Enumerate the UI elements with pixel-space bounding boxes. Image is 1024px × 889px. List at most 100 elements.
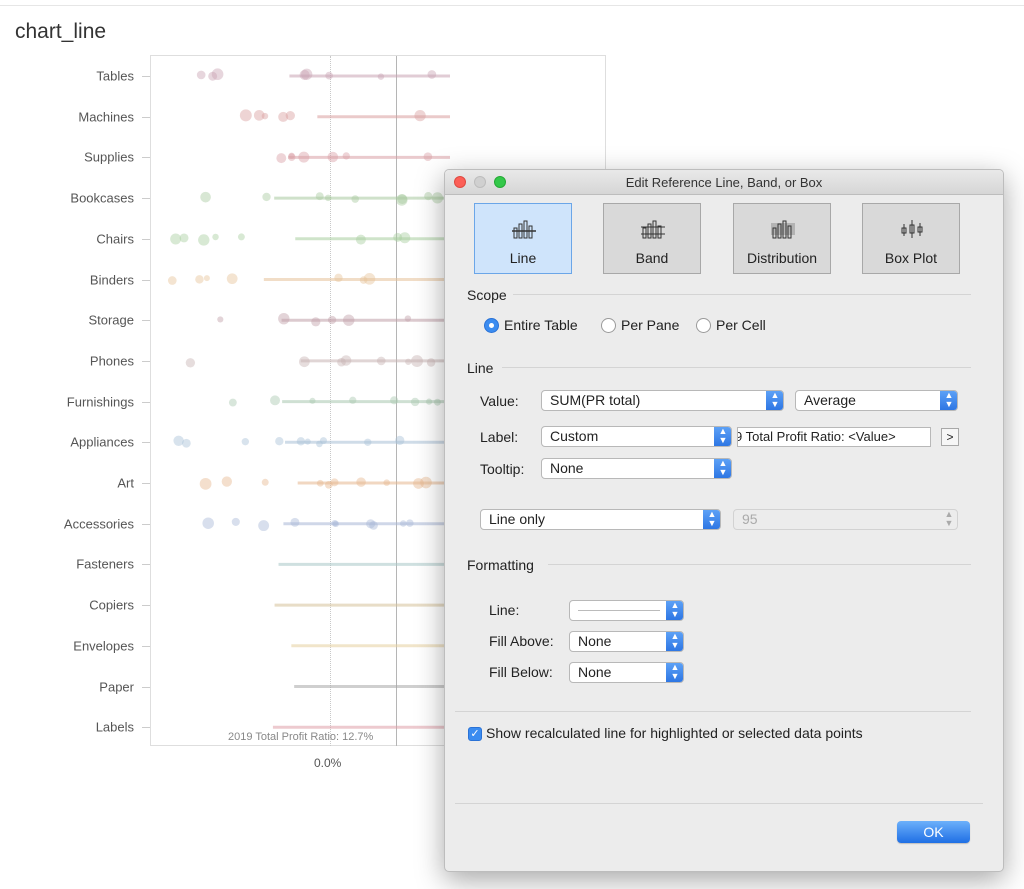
data-point[interactable] [397, 194, 408, 205]
data-point[interactable] [327, 151, 339, 163]
data-point[interactable] [315, 192, 324, 201]
scope-entire-table-radio[interactable]: Entire Table [484, 317, 578, 333]
data-point[interactable] [334, 273, 343, 283]
data-point[interactable] [431, 192, 444, 204]
data-point[interactable] [239, 109, 252, 122]
data-point[interactable] [414, 110, 426, 122]
data-point[interactable] [349, 396, 357, 404]
data-point[interactable] [406, 519, 414, 527]
data-point[interactable] [226, 273, 238, 285]
data-point[interactable] [425, 398, 433, 405]
data-point[interactable] [185, 358, 196, 368]
data-point[interactable] [376, 356, 386, 366]
scope-per-cell-radio[interactable]: Per Cell [696, 317, 766, 333]
data-point[interactable] [196, 70, 206, 80]
data-point[interactable] [393, 232, 403, 242]
ok-button[interactable]: OK [897, 821, 970, 843]
data-point[interactable] [426, 358, 436, 367]
value-select[interactable]: SUM(PR total) ▲ ▼ [541, 390, 784, 411]
data-point[interactable] [275, 437, 284, 446]
data-point[interactable] [261, 478, 269, 486]
data-point[interactable] [356, 477, 366, 487]
fill-above-select[interactable]: None ▲ ▼ [569, 631, 684, 652]
data-point[interactable] [211, 68, 224, 81]
data-point[interactable] [198, 234, 210, 246]
data-point[interactable] [200, 191, 211, 203]
data-point[interactable] [296, 437, 306, 446]
data-point[interactable] [427, 70, 437, 79]
aggregation-select[interactable]: Average ▲ ▼ [795, 390, 958, 411]
data-point[interactable] [340, 355, 352, 366]
fill-below-select[interactable]: None ▲ ▼ [569, 662, 684, 683]
data-point[interactable] [258, 520, 270, 532]
data-point[interactable] [383, 479, 390, 486]
data-point[interactable] [170, 233, 182, 245]
data-point[interactable] [324, 194, 332, 202]
data-point[interactable] [173, 435, 184, 446]
data-point[interactable] [311, 317, 321, 327]
data-point[interactable] [332, 520, 340, 528]
data-point[interactable] [327, 315, 337, 325]
scope-per-pane-radio[interactable]: Per Pane [601, 317, 679, 333]
data-point[interactable] [411, 355, 423, 368]
data-point[interactable] [167, 276, 177, 285]
interval-select[interactable]: Line only ▲ ▼ [480, 509, 721, 530]
data-point[interactable] [276, 153, 287, 164]
data-point[interactable] [285, 110, 295, 121]
data-point[interactable] [290, 517, 300, 527]
data-point[interactable] [423, 152, 433, 162]
data-point[interactable] [217, 316, 224, 323]
data-point[interactable] [237, 233, 245, 241]
data-point[interactable] [231, 517, 240, 526]
data-point[interactable] [270, 395, 280, 406]
data-point[interactable] [316, 440, 323, 448]
data-point[interactable] [355, 234, 366, 245]
dialog-titlebar[interactable]: Edit Reference Line, Band, or Box [445, 170, 1003, 195]
data-point[interactable] [351, 195, 359, 203]
data-point[interactable] [405, 358, 412, 365]
type-distribution-button[interactable]: Distribution [733, 203, 831, 274]
data-point[interactable] [399, 520, 407, 527]
type-line-button[interactable]: Line [474, 203, 572, 274]
data-point[interactable] [343, 314, 355, 326]
data-point[interactable] [359, 276, 368, 284]
data-point[interactable] [262, 192, 271, 202]
tooltip-select[interactable]: None ▲ ▼ [541, 458, 732, 479]
data-point[interactable] [330, 478, 339, 487]
data-point[interactable] [195, 275, 204, 284]
label-mode-select[interactable]: Custom ▲ ▼ [541, 426, 732, 447]
data-point[interactable] [410, 397, 420, 407]
data-point[interactable] [241, 437, 250, 446]
data-point[interactable] [221, 476, 233, 487]
data-point[interactable] [395, 435, 405, 446]
data-point[interactable] [228, 398, 237, 407]
data-point[interactable] [278, 312, 290, 325]
data-point[interactable] [424, 192, 433, 201]
data-point[interactable] [413, 478, 424, 489]
data-point[interactable] [298, 356, 310, 368]
data-point[interactable] [404, 315, 412, 322]
data-point[interactable] [309, 397, 316, 404]
data-point[interactable] [316, 479, 324, 487]
data-point[interactable] [325, 71, 333, 80]
data-point[interactable] [261, 112, 269, 120]
data-point[interactable] [364, 438, 372, 446]
line-style-select[interactable]: ▲ ▼ [569, 600, 684, 621]
type-box-plot-button[interactable]: Box Plot [862, 203, 960, 274]
type-band-button[interactable]: Band [603, 203, 701, 274]
data-point[interactable] [342, 152, 350, 160]
data-point[interactable] [287, 153, 296, 161]
insert-field-button[interactable]: > [941, 428, 959, 446]
data-point[interactable] [299, 69, 310, 80]
recalculated-line-checkbox[interactable]: ✓ [468, 727, 482, 741]
data-point[interactable] [390, 396, 399, 405]
data-point[interactable] [298, 151, 310, 163]
data-point[interactable] [369, 521, 378, 530]
data-point[interactable] [202, 517, 214, 529]
data-point[interactable] [377, 73, 385, 80]
confidence-select[interactable]: 95 ▲ ▼ [733, 509, 958, 530]
data-point[interactable] [433, 398, 441, 406]
data-point[interactable] [203, 275, 210, 282]
label-text-field[interactable]: 9 Total Profit Ratio: <Value> [737, 427, 931, 447]
data-point[interactable] [212, 233, 219, 241]
